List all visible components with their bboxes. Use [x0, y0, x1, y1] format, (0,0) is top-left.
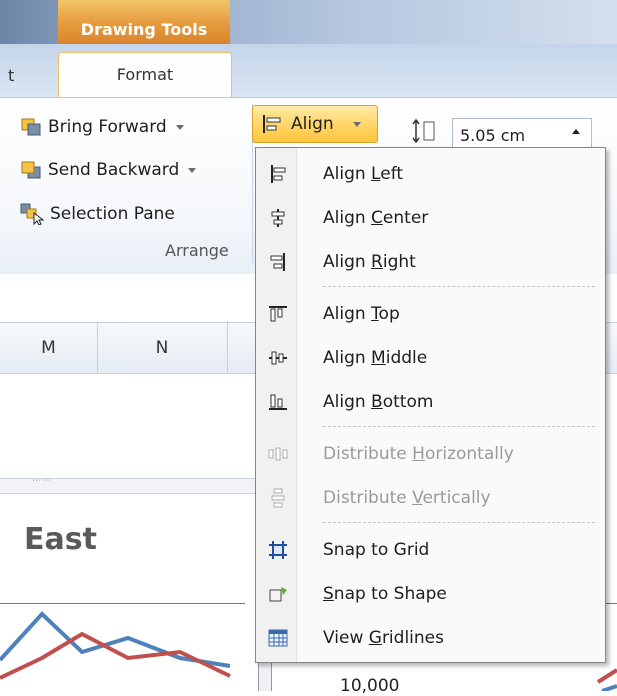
menu-item-label: Align Right — [323, 252, 416, 272]
menu-item-snap-to-shape[interactable]: Snap to Shape — [256, 576, 605, 612]
menu-item-snap-to-grid[interactable]: Snap to Grid — [256, 532, 605, 568]
pane-splitter[interactable]: ⋯⋯ — [0, 476, 263, 494]
chart-series-red-right — [596, 668, 617, 684]
selection-pane-icon — [20, 203, 44, 225]
menu-item-align-top[interactable]: Align Top — [256, 296, 605, 332]
menu-item-label: Distribute Vertically — [323, 488, 491, 508]
send-backward-icon — [21, 161, 41, 179]
menu-item-label: View Gridlines — [323, 628, 444, 648]
menu-item-align-bottom[interactable]: Align Bottom — [256, 384, 605, 420]
align-right-icon — [270, 253, 285, 271]
snap-to-grid-icon — [269, 541, 287, 559]
menu-item-label: Snap to Shape — [323, 584, 447, 604]
align-middle-icon — [269, 351, 287, 365]
spin-up-icon[interactable] — [572, 129, 580, 134]
column-header-partial[interactable] — [227, 323, 258, 373]
align-button[interactable]: Align — [252, 105, 378, 143]
distribute-horizontally-icon — [268, 447, 288, 461]
selection-pane-button[interactable]: Selection Pane — [20, 199, 175, 229]
tab-format[interactable]: Format — [58, 52, 232, 101]
snap-to-shape-icon — [269, 587, 287, 602]
menu-item-label: Snap to Grid — [323, 540, 430, 560]
chart-title: East — [24, 522, 97, 557]
shape-height-icon — [412, 118, 435, 144]
shape-height-value: 5.05 cm — [460, 126, 526, 145]
menu-item-label: Align Top — [323, 304, 400, 324]
distribute-vertically-icon — [271, 488, 285, 508]
selection-pane-label: Selection Pane — [50, 204, 175, 224]
align-icon — [263, 115, 281, 133]
align-bottom-icon — [269, 394, 287, 410]
menu-separator — [323, 522, 595, 523]
bring-forward-icon — [21, 118, 41, 136]
align-left-icon — [271, 165, 286, 183]
column-header-m[interactable]: M — [0, 323, 98, 373]
chart-series-blue-right — [601, 684, 617, 691]
menu-item-align-center[interactable]: Align Center — [256, 200, 605, 236]
menu-separator — [323, 286, 595, 287]
send-backward-label: Send Backward — [48, 160, 180, 180]
chevron-down-icon[interactable] — [175, 124, 184, 130]
menu-item-label: Align Bottom — [323, 392, 434, 412]
column-header-n[interactable]: N — [97, 323, 228, 373]
align-button-label: Align — [291, 114, 334, 134]
shape-height-field[interactable]: 5.05 cm — [452, 118, 592, 150]
menu-item-align-right[interactable]: Align Right — [256, 244, 605, 280]
menu-separator — [323, 426, 595, 427]
menu-item-distribute-horizontally: Distribute Horizontally — [256, 436, 605, 472]
arrange-group-label: Arrange — [165, 241, 229, 260]
bring-forward-button[interactable]: Bring Forward — [20, 112, 184, 142]
menu-item-label: Align Left — [323, 164, 404, 184]
menu-item-label: Align Center — [323, 208, 429, 228]
menu-item-view-gridlines[interactable]: View Gridlines — [256, 620, 605, 656]
align-dropdown-menu: Align Left Align Center Align Right Alig… — [255, 147, 606, 663]
menu-item-label: Align Middle — [323, 348, 428, 368]
view-gridlines-icon — [268, 629, 288, 647]
context-header-label: Drawing Tools — [80, 20, 208, 39]
drawing-tools-context-header: Drawing Tools — [58, 0, 230, 44]
menu-item-distribute-vertically: Distribute Vertically — [256, 480, 605, 516]
chevron-down-icon[interactable] — [353, 122, 361, 127]
menu-item-label: Distribute Horizontally — [323, 444, 514, 464]
chevron-down-icon[interactable] — [188, 167, 197, 173]
tab-partial[interactable]: t — [0, 52, 58, 98]
tab-partial-label: t — [8, 66, 15, 85]
menu-item-align-middle[interactable]: Align Middle — [256, 340, 605, 376]
send-backward-button[interactable]: Send Backward — [20, 155, 197, 185]
menu-item-align-left[interactable]: Align Left — [256, 156, 605, 192]
align-center-icon — [271, 209, 285, 227]
bring-forward-label: Bring Forward — [48, 117, 167, 137]
align-top-icon — [269, 306, 287, 322]
